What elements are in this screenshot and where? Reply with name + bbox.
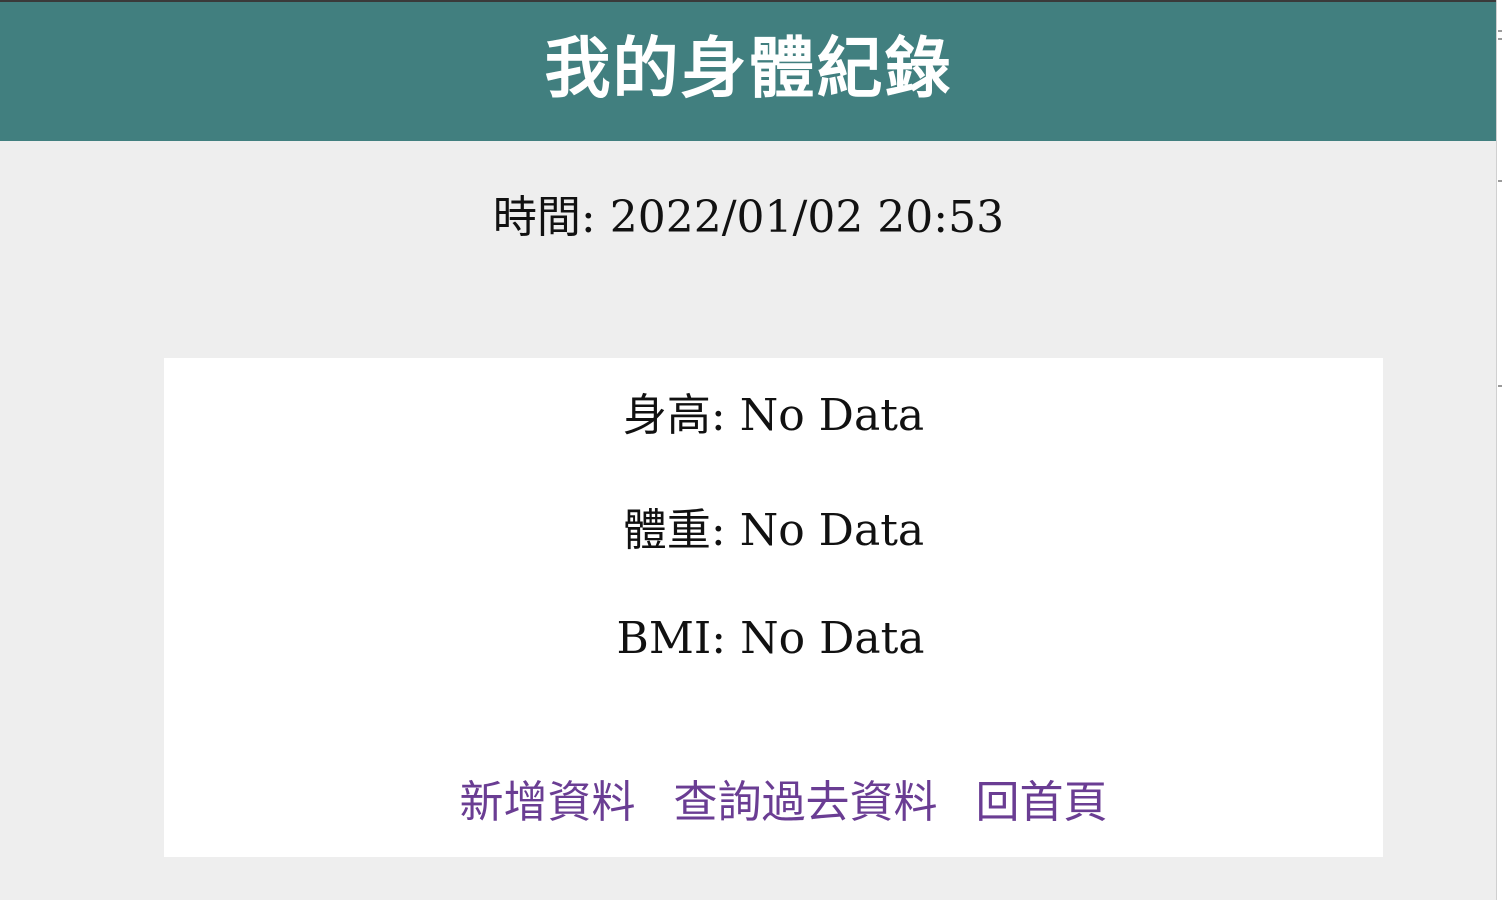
timestamp-value: 2022/01/02 20:53 — [609, 192, 1005, 243]
bmi-label: BMI: — [616, 613, 727, 664]
scrollbar-mark — [1498, 385, 1502, 387]
height-row: 身高: No Data — [164, 390, 1383, 443]
weight-label: 體重: — [622, 505, 726, 556]
height-label: 身高: — [622, 390, 726, 441]
timestamp: 時間: 2022/01/02 20:53 — [0, 192, 1497, 245]
query-history-link[interactable]: 查詢過去資料 — [674, 777, 938, 830]
scrollbar-mark — [1498, 180, 1502, 182]
weight-row: 體重: No Data — [164, 505, 1383, 558]
home-link[interactable]: 回首頁 — [976, 777, 1108, 830]
scrollbar-mark — [1498, 38, 1502, 40]
bmi-row: BMI: No Data — [161, 613, 1380, 666]
bmi-value: No Data — [740, 613, 925, 664]
scrollbar-mark — [1498, 30, 1502, 32]
add-data-link[interactable]: 新增資料 — [460, 777, 636, 830]
page-header: 我的身體紀錄 — [0, 2, 1497, 141]
weight-value: No Data — [739, 505, 925, 556]
nav-links: 新增資料 查詢過去資料 回首頁 — [164, 777, 1383, 830]
timestamp-label: 時間: — [492, 192, 596, 243]
page-title: 我的身體紀錄 — [544, 29, 953, 107]
record-card: 身高: No Data 體重: No Data BMI: No Data 新增資… — [164, 358, 1383, 857]
height-value: No Data — [739, 390, 925, 441]
scrollbar[interactable] — [1496, 0, 1502, 900]
